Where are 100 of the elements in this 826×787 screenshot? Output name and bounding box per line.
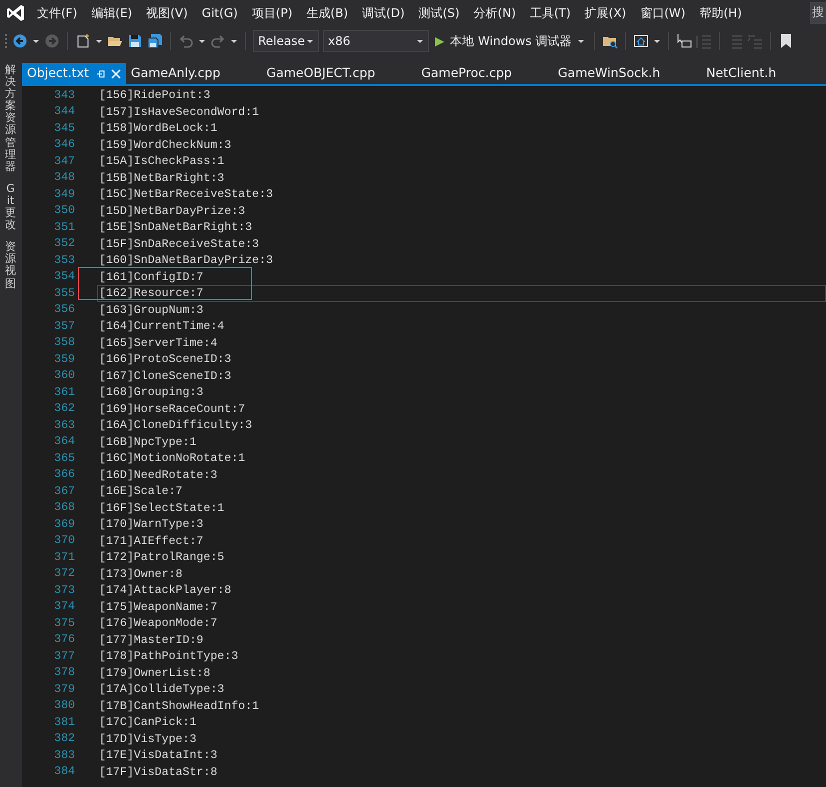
code-line: [15B]NetBarRight:3 (98, 170, 226, 186)
code-line: [176]WeaponMode:7 (98, 616, 218, 632)
line-number: 351 (53, 220, 75, 236)
code-line: [175]WeaponName:7 (98, 600, 218, 615)
line-number: 346 (53, 137, 75, 154)
code-line: [167]CloneSceneID:3 (98, 368, 232, 384)
menu-item[interactable]: 工具(T) (522, 1, 578, 25)
document-tab[interactable]: GameAnly.cpp (126, 63, 226, 84)
code-line: [168]Grouping:3 (98, 385, 204, 400)
home-window-icon[interactable] (633, 33, 650, 49)
menu-item[interactable]: 文件(F) (30, 1, 84, 25)
save-all-icon[interactable] (147, 33, 163, 49)
code-line: [156]RidePoint:3 (98, 88, 212, 104)
line-number: 355 (53, 286, 75, 302)
menu-item[interactable]: 项目(P) (244, 1, 300, 25)
line-number: 375 (53, 616, 75, 632)
line-number: 357 (53, 318, 75, 335)
code-line: [17E]VisDataInt:3 (98, 748, 218, 764)
line-number: 381 (53, 714, 75, 731)
menu-item[interactable]: 扩展(X) (578, 1, 634, 25)
menu-item[interactable]: 编辑(E) (84, 1, 140, 25)
pin-icon[interactable] (94, 68, 105, 78)
code-line: [170]WarnType:3 (98, 517, 204, 532)
configuration-dropdown[interactable]: Release (253, 30, 319, 52)
code-line: [15A]IsCheckPass:1 (98, 154, 226, 170)
code-line: [177]MasterID:9 (98, 632, 204, 648)
code-line: [163]GroupNum:3 (98, 302, 204, 318)
code-line: [15D]NetBarDayPrize:3 (98, 204, 246, 219)
code-line: [174]AttackPlayer:8 (98, 583, 232, 598)
caret-icon[interactable] (230, 38, 238, 44)
caret-icon[interactable] (95, 38, 103, 44)
menu-item[interactable]: 测试(S) (412, 1, 467, 25)
document-tab[interactable]: GameOBJECT.cpp (261, 63, 380, 84)
save-icon[interactable] (127, 33, 143, 49)
menu-item[interactable]: 调试(D) (355, 1, 412, 25)
line-number: 344 (53, 104, 75, 120)
menu-item[interactable]: 视图(V) (139, 1, 195, 25)
line-number: 376 (53, 632, 75, 648)
line-number: 354 (53, 269, 75, 286)
code-line: [16D]NeedRotate:3 (98, 468, 218, 483)
code-line: [17D]VisType:3 (98, 732, 198, 747)
menu-item[interactable]: 分析(N) (466, 1, 523, 25)
line-number: 343 (53, 88, 75, 104)
code-line: [179]OwnerList:8 (98, 666, 212, 681)
line-number: 345 (53, 120, 75, 137)
caret-icon[interactable] (653, 38, 662, 44)
caret-icon[interactable] (198, 38, 206, 44)
line-number: 367 (53, 484, 75, 500)
platform-dropdown[interactable]: x86 (323, 30, 429, 52)
line-number: 347 (53, 154, 75, 170)
menu-item[interactable]: 生成(B) (299, 1, 356, 25)
line-number: 359 (53, 352, 75, 368)
line-number: 364 (53, 434, 75, 450)
menu-item[interactable]: Git(G) (194, 1, 245, 25)
close-icon[interactable] (110, 68, 121, 78)
back-icon[interactable] (12, 33, 28, 49)
line-number: 371 (53, 550, 75, 566)
grip-icon (4, 33, 8, 49)
document-tab[interactable]: NetClient.h (701, 63, 782, 84)
code-line: [16E]Scale:7 (98, 484, 184, 500)
line-number: 372 (53, 566, 75, 582)
line-number: 383 (53, 748, 75, 764)
caret-icon (416, 38, 424, 44)
document-tab[interactable]: GameWinSock.h (552, 63, 666, 84)
code-line: [164]CurrentTime:4 (98, 319, 226, 334)
menu-item[interactable]: 帮助(H) (692, 1, 749, 25)
code-line: [15F]SnDaReceiveState:3 (98, 236, 260, 252)
new-item-icon[interactable] (75, 33, 91, 49)
line-number: 358 (53, 335, 75, 352)
line-number: 377 (53, 648, 75, 665)
document-tab[interactable]: Object.txt (22, 63, 126, 84)
line-number: 353 (53, 252, 75, 269)
run-debugger-button[interactable]: ▶ 本地 Windows 调试器 (433, 32, 588, 50)
code-line: [169]HorseRaceCount:7 (98, 402, 246, 417)
side-panel-tab[interactable]: 资源视图 (0, 241, 21, 290)
code-line: [16F]SelectState:1 (98, 500, 226, 516)
line-number: 352 (53, 236, 75, 252)
code-line: [161]ConfigID:7 (98, 270, 204, 285)
pointer-list-icon[interactable] (676, 33, 692, 49)
line-number: 361 (53, 384, 75, 401)
code-line: [16C]MotionNoRotate:1 (98, 451, 246, 466)
line-number: 382 (53, 731, 75, 748)
code-line: [16A]CloneDifficulty:3 (98, 418, 254, 434)
line-number: 362 (53, 401, 75, 418)
code-line: [171]AIEffect:7 (98, 534, 204, 549)
line-number: 365 (53, 450, 75, 467)
line-number: 349 (53, 186, 75, 203)
caret-icon[interactable] (32, 38, 40, 44)
line-number: 373 (53, 582, 75, 599)
side-panel-tab[interactable]: 解决方案资源管理器 (0, 64, 21, 173)
code-line: [166]ProtoSceneID:3 (98, 352, 232, 368)
code-line: [17F]VisDataStr:8 (98, 764, 218, 780)
search-field[interactable]: 搜 (810, 2, 826, 24)
code-line: [178]PathPointType:3 (98, 649, 240, 664)
code-line: [15E]SnDaNetBarRight:3 (98, 220, 254, 236)
menu-item[interactable]: 窗口(W) (633, 1, 692, 25)
side-panel-tab[interactable]: Git 更改 (0, 182, 21, 232)
document-tab[interactable]: GameProc.cpp (416, 63, 517, 84)
code-line: [160]SnDaNetBarDayPrize:3 (98, 253, 274, 268)
line-number: 363 (53, 418, 75, 434)
